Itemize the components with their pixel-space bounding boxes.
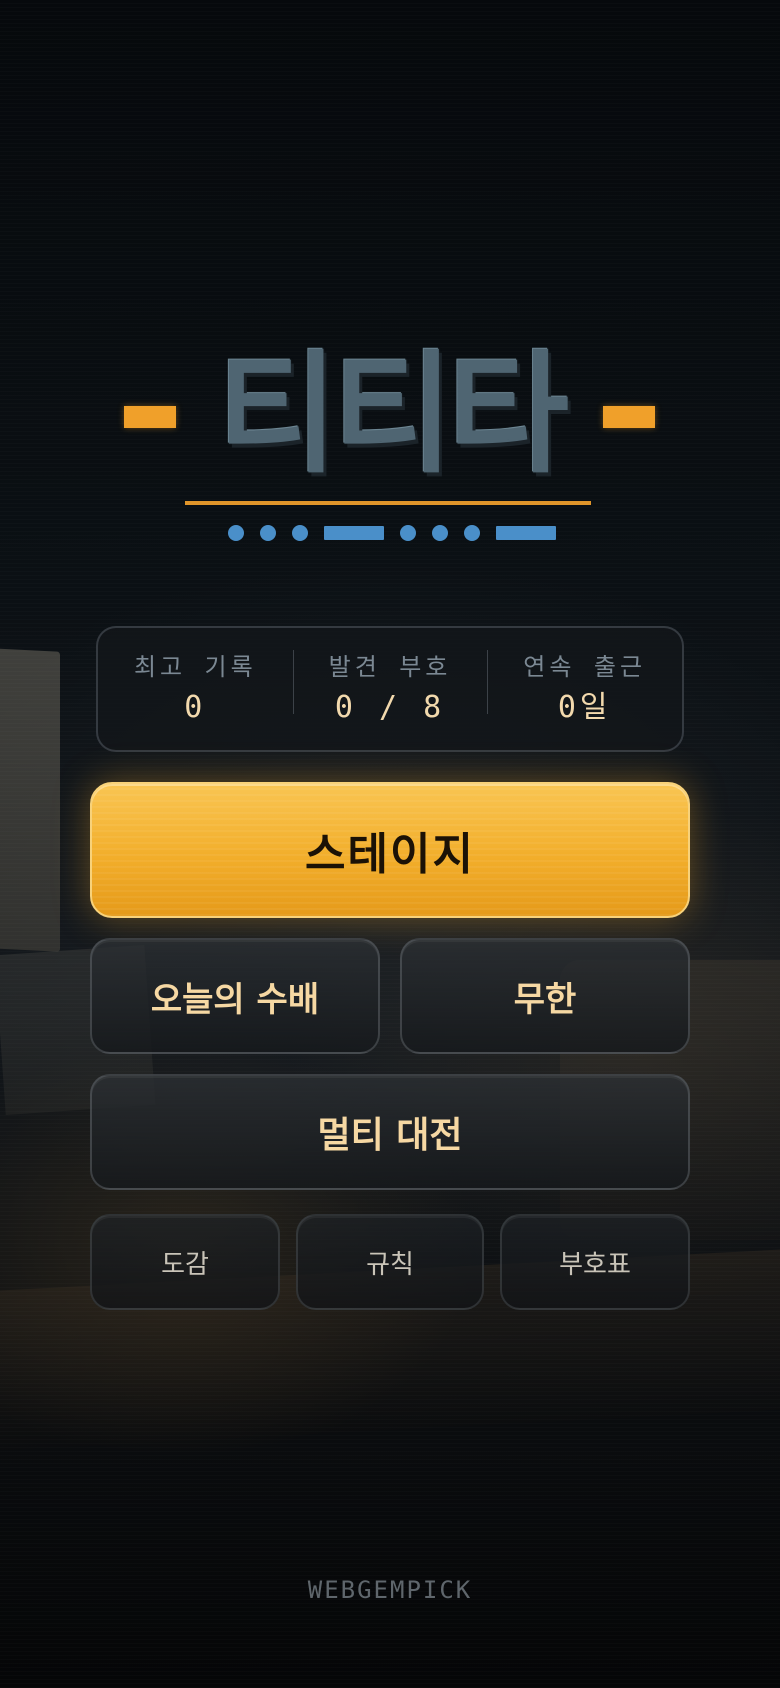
stage-button[interactable]: 스테이지 bbox=[90, 782, 690, 918]
code-table-button[interactable]: 부호표 bbox=[500, 1214, 690, 1310]
morse-dash bbox=[496, 526, 556, 540]
game-logo: 티티타 bbox=[0, 340, 780, 550]
multiplayer-button[interactable]: 멀티 대전 bbox=[90, 1074, 690, 1190]
morse-dot bbox=[400, 525, 416, 541]
rules-button[interactable]: 규칙 bbox=[296, 1214, 484, 1310]
stat-label: 발견 부호 bbox=[328, 653, 452, 681]
stat-best-record: 최고 기록 0 bbox=[98, 652, 293, 726]
background-notice-paper bbox=[0, 648, 60, 952]
stat-found-codes: 발견 부호 0 / 8 bbox=[292, 650, 488, 726]
stat-value: 0 / 8 bbox=[334, 690, 446, 725]
collection-button[interactable]: 도감 bbox=[90, 1214, 280, 1310]
logo-dash-right bbox=[603, 406, 655, 428]
daily-wanted-button[interactable]: 오늘의 수배 bbox=[90, 938, 380, 1054]
stat-streak: 연속 출근 0일 bbox=[487, 650, 682, 726]
stat-value: 0일 bbox=[557, 690, 612, 725]
logo-dash-left bbox=[124, 406, 176, 428]
morse-dash bbox=[324, 526, 384, 540]
morse-dot bbox=[292, 525, 308, 541]
morse-dot bbox=[464, 525, 480, 541]
stat-label: 연속 출근 bbox=[523, 653, 647, 681]
morse-dot bbox=[260, 525, 276, 541]
logo-underline bbox=[185, 501, 591, 505]
footer-brand: WEBGEMPICK bbox=[307, 1576, 473, 1604]
morse-dot bbox=[432, 525, 448, 541]
stats-panel: 최고 기록 0 발견 부호 0 / 8 연속 출근 0일 bbox=[96, 626, 684, 752]
game-title: 티티타 bbox=[216, 338, 569, 492]
infinite-mode-button[interactable]: 무한 bbox=[400, 938, 690, 1054]
stat-label: 최고 기록 bbox=[133, 653, 257, 681]
morse-dot bbox=[228, 525, 244, 541]
stat-value: 0 bbox=[184, 690, 207, 725]
